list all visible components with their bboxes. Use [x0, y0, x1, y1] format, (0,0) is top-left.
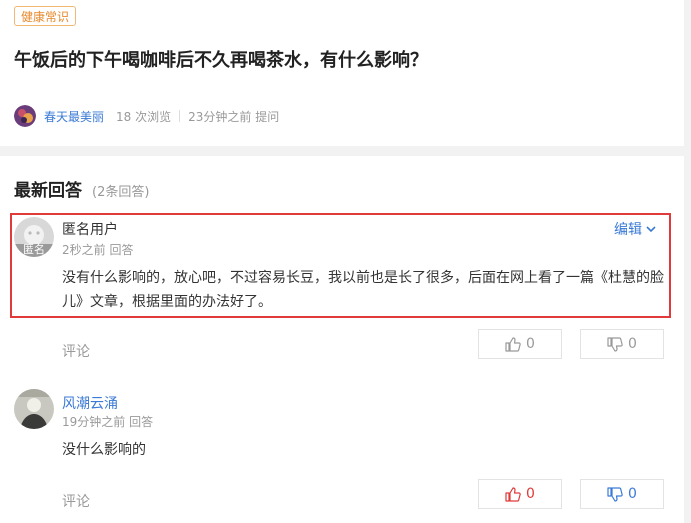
question-time: 23分钟之前 提问: [188, 109, 280, 124]
answer-time: 19分钟之前 回答: [62, 415, 154, 429]
question-card: 健康常识 午饭后的下午喝咖啡后不久再喝茶水，有什么影响？ 春天最美丽 18 次浏…: [0, 0, 684, 146]
answer-user-name: 匿名用户: [62, 222, 118, 238]
answers-heading: 最新回答: [14, 181, 82, 201]
anonymous-badge: 匿名: [23, 243, 45, 256]
author-name[interactable]: 春天最美丽: [44, 108, 104, 125]
anonymous-avatar: 匿名: [14, 217, 54, 257]
page-scroll-gutter: [684, 0, 691, 523]
upvote-button[interactable]: 0: [478, 479, 562, 509]
downvote-button[interactable]: 0: [580, 479, 664, 509]
user-avatar[interactable]: [14, 389, 54, 429]
answers-count: (2条回答): [92, 185, 150, 200]
edit-label: 编辑: [614, 222, 642, 238]
author-avatar[interactable]: [14, 105, 36, 127]
chevron-down-icon: [646, 225, 656, 232]
question-meta: 春天最美丽 18 次浏览 23分钟之前 提问: [14, 104, 279, 128]
thumbs-down-icon: [607, 336, 623, 352]
comment-button[interactable]: 评论: [62, 491, 90, 511]
edit-button[interactable]: 编辑: [614, 219, 656, 239]
downvote-count: 0: [628, 336, 637, 352]
view-count: 18 次浏览: [116, 109, 172, 124]
thumbs-up-icon: [505, 336, 521, 352]
answer-time: 2秒之前 回答: [62, 243, 134, 257]
section-gap: [0, 146, 684, 156]
upvote-count: 0: [526, 486, 535, 502]
downvote-count: 0: [628, 486, 637, 502]
upvote-count: 0: [526, 336, 535, 352]
answer-user-name[interactable]: 风潮云涌: [62, 393, 118, 413]
answer-body: 没有什么影响的，放心吧，不过容易长豆，我以前也是长了很多，后面在网上看了一篇《杜…: [62, 270, 664, 310]
upvote-button[interactable]: 0: [478, 329, 562, 359]
downvote-button[interactable]: 0: [580, 329, 664, 359]
answer-body: 没什么影响的: [62, 442, 146, 458]
question-title: 午饭后的下午喝咖啡后不久再喝茶水，有什么影响？: [14, 50, 428, 71]
category-tag[interactable]: 健康常识: [14, 6, 77, 26]
meta-divider: [179, 110, 181, 122]
thumbs-down-icon: [607, 486, 623, 502]
thumbs-up-icon: [505, 486, 521, 502]
answers-header: 最新回答 (2条回答): [14, 176, 149, 201]
comment-button[interactable]: 评论: [62, 341, 90, 361]
